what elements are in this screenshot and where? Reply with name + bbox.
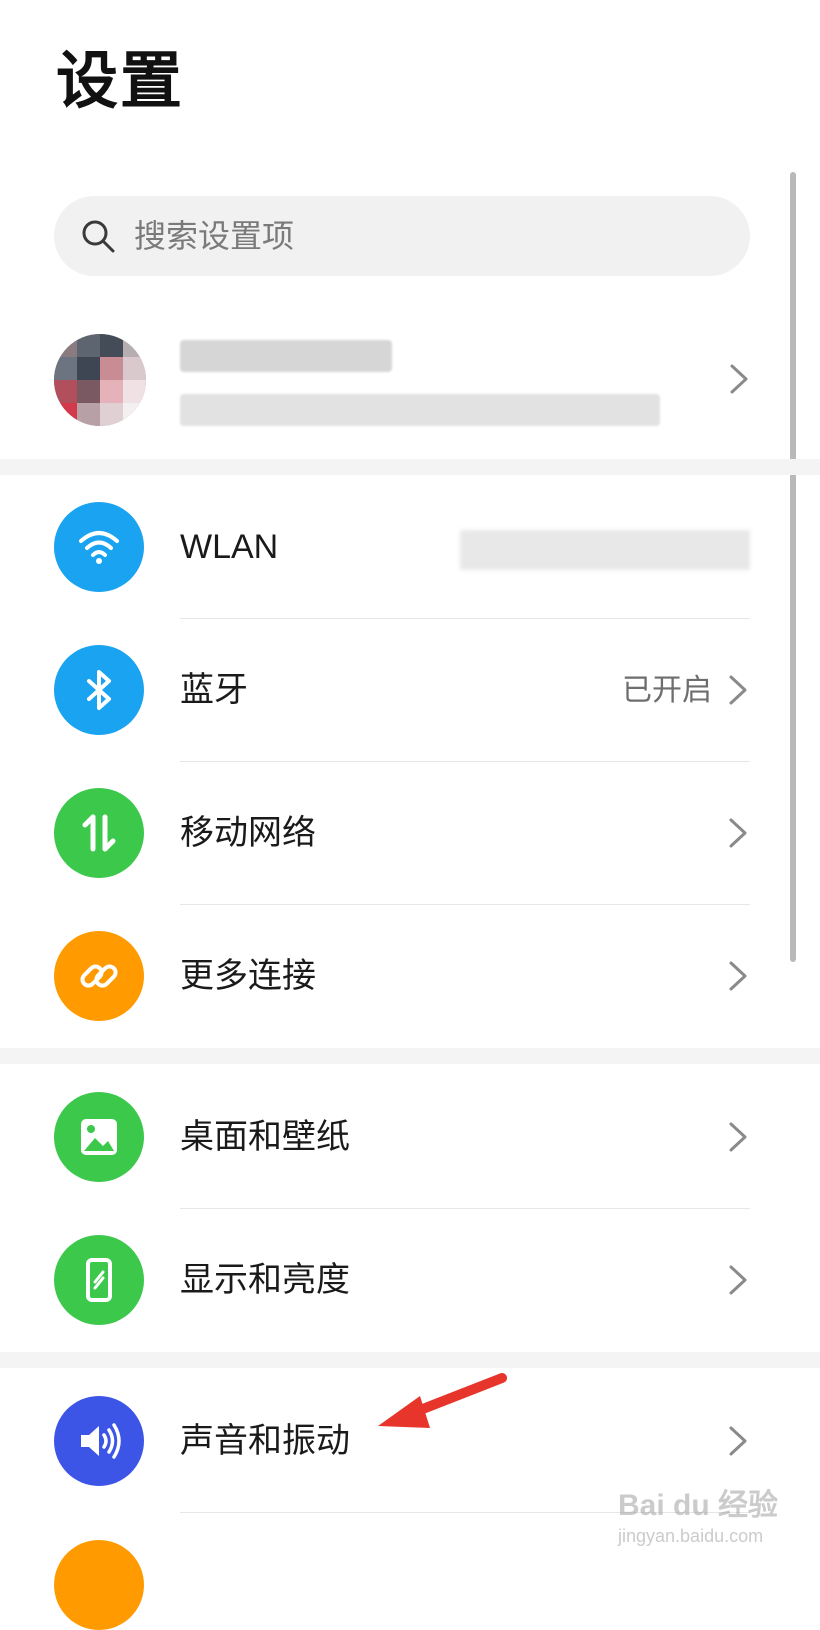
link-icon — [54, 931, 144, 1021]
search-icon — [82, 220, 115, 253]
settings-item-label: WLAN — [180, 528, 279, 566]
wlan-network-redacted — [460, 530, 750, 570]
settings-item-home-wallpaper[interactable]: 桌面和壁纸 — [0, 1066, 820, 1209]
bluetooth-icon — [54, 645, 144, 735]
settings-item-label: 蓝牙 — [180, 670, 248, 710]
display-icon — [54, 1235, 144, 1325]
page-title: 设置 — [56, 44, 185, 117]
wifi-icon — [54, 502, 144, 592]
search-bar[interactable]: 搜索设置项 — [54, 196, 750, 276]
settings-item-label: 声音和振动 — [180, 1421, 350, 1461]
chevron-right-icon — [729, 675, 747, 705]
chevron-right-icon — [729, 961, 747, 991]
settings-item-label: 桌面和壁纸 — [180, 1117, 350, 1157]
settings-item-more-connections[interactable]: 更多连接 — [0, 905, 820, 1048]
section-divider — [0, 1048, 820, 1064]
watermark-url: jingyan.baidu.com — [618, 1526, 764, 1546]
annotation-arrow — [378, 1373, 507, 1428]
mobile-network-icon — [54, 788, 144, 878]
settings-item-display-brightness[interactable]: 显示和亮度 — [0, 1209, 820, 1352]
notification-icon — [54, 1540, 144, 1630]
settings-item-label: 移动网络 — [180, 813, 316, 853]
settings-item-mobile-network[interactable]: 移动网络 — [0, 762, 820, 905]
chevron-right-icon — [729, 1265, 747, 1295]
watermark-brand: Bai du 经验 — [618, 1489, 779, 1522]
chevron-right-icon — [730, 364, 748, 394]
chevron-right-icon — [729, 1426, 747, 1456]
search-input[interactable]: 搜索设置项 — [134, 216, 294, 256]
settings-item-label: 显示和亮度 — [180, 1260, 350, 1300]
chevron-right-icon — [729, 818, 747, 848]
wallpaper-icon — [54, 1092, 144, 1182]
account-name-redacted — [180, 340, 392, 372]
account-row[interactable] — [0, 306, 820, 452]
account-detail-redacted — [180, 394, 660, 426]
settings-item-label: 更多连接 — [180, 956, 316, 996]
section-divider — [0, 459, 820, 475]
bluetooth-status: 已开启 — [622, 673, 712, 708]
chevron-right-icon — [729, 1122, 747, 1152]
avatar — [54, 334, 146, 426]
sound-icon — [54, 1396, 144, 1486]
settings-item-bluetooth[interactable]: 蓝牙 已开启 — [0, 619, 820, 762]
